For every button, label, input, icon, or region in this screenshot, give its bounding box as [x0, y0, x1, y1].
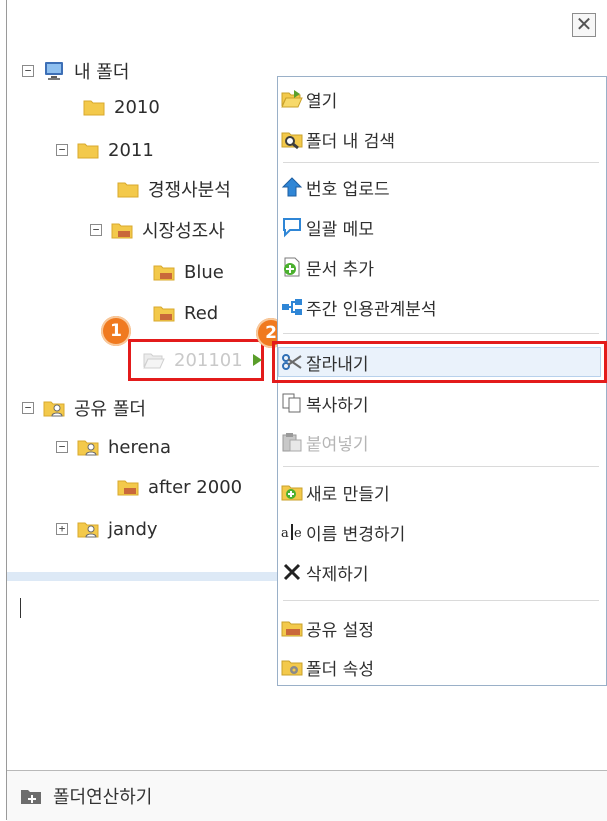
- menu-label: 번호 업로드: [306, 179, 390, 200]
- menu-separator: [283, 600, 599, 601]
- footer-label[interactable]: 폴더연산하기: [53, 783, 152, 809]
- tree-node-jandy[interactable]: + jandy: [56, 514, 158, 544]
- folder-icon: [76, 140, 102, 160]
- computer-icon: [42, 61, 68, 81]
- folder-icon: [82, 97, 108, 117]
- rename-icon: ae: [280, 521, 304, 543]
- menu-item-memo[interactable]: 일괄 메모: [278, 210, 606, 244]
- scissors-icon: [280, 351, 304, 373]
- menu-label: 문서 추가: [306, 259, 374, 280]
- menu-item-open[interactable]: 열기: [278, 82, 606, 116]
- tree-label: 경쟁사분석: [148, 180, 231, 201]
- menu-item-new-folder[interactable]: 새로 만들기: [278, 475, 606, 509]
- menu-item-paste: 붙여넣기: [278, 425, 606, 459]
- menu-item-delete[interactable]: 삭제하기: [278, 555, 606, 589]
- menu-label: 주간 인용관계분석: [306, 299, 437, 320]
- tree-label: 2011: [108, 139, 154, 161]
- share-folder-icon: [280, 617, 304, 639]
- tree-label: 공유 폴더: [74, 399, 146, 420]
- menu-item-share[interactable]: 공유 설정: [278, 611, 606, 645]
- collapse-icon[interactable]: −: [22, 402, 34, 414]
- folder-settings-icon: [280, 656, 304, 678]
- menu-label: 붙여넣기: [306, 434, 369, 455]
- tree-label: Red: [184, 302, 219, 324]
- close-icon: ✕: [575, 12, 593, 36]
- expand-icon[interactable]: +: [56, 523, 68, 535]
- tree-node-blue[interactable]: Blue: [152, 257, 224, 287]
- collapse-icon[interactable]: −: [22, 65, 34, 77]
- menu-label: 새로 만들기: [306, 484, 390, 505]
- menu-label: 일괄 메모: [306, 219, 374, 240]
- delete-x-icon: [280, 561, 304, 583]
- shared-folder-icon: [76, 437, 102, 457]
- menu-label: 폴더 내 검색: [306, 131, 396, 152]
- collapse-icon[interactable]: −: [56, 144, 68, 156]
- footer-toolbar: 폴더연산하기: [7, 770, 607, 821]
- close-button[interactable]: ✕: [572, 13, 596, 37]
- svg-text:e: e: [294, 526, 302, 541]
- menu-item-search[interactable]: 폴더 내 검색: [278, 122, 606, 156]
- menu-separator: [283, 333, 599, 334]
- tree-node-market[interactable]: − 시장성조사: [90, 215, 225, 245]
- svg-text:a: a: [281, 526, 289, 541]
- folder-shared-icon: [152, 262, 178, 282]
- tree-label: 2010: [114, 96, 160, 118]
- tree-node-2010[interactable]: 2010: [82, 92, 160, 122]
- tree-label: herena: [108, 436, 171, 458]
- menu-label: 공유 설정: [306, 620, 374, 641]
- folder-search-icon: [280, 128, 304, 150]
- tree-label: Blue: [184, 261, 224, 283]
- menu-item-rename[interactable]: ae 이름 변경하기: [278, 515, 606, 549]
- text-cursor: [20, 598, 21, 618]
- folder-icon: [116, 179, 142, 199]
- tree-node-selected[interactable]: 201101: [142, 345, 262, 375]
- tree-label: 시장성조사: [142, 221, 225, 242]
- shared-folder-icon: [76, 519, 102, 539]
- new-folder-icon: [280, 481, 304, 503]
- upload-arrow-icon: [280, 176, 304, 198]
- speech-bubble-icon: [280, 216, 304, 238]
- tree-label: 201101: [174, 349, 243, 371]
- folder-add-icon[interactable]: [19, 786, 45, 806]
- tree-label: jandy: [108, 518, 158, 540]
- menu-label: 이름 변경하기: [306, 524, 406, 545]
- paste-icon: [280, 431, 304, 453]
- tree-node-after2000[interactable]: after 2000: [116, 472, 242, 502]
- menu-label: 삭제하기: [306, 564, 369, 585]
- folder-shared-icon: [110, 220, 136, 240]
- menu-label: 복사하기: [306, 395, 369, 416]
- menu-item-properties[interactable]: 폴더 속성: [278, 650, 606, 684]
- collapse-icon[interactable]: −: [90, 224, 102, 236]
- folder-shared-icon: [116, 477, 142, 497]
- collapse-icon[interactable]: −: [56, 441, 68, 453]
- menu-separator: [283, 162, 599, 163]
- tree-node-competitor[interactable]: 경쟁사분석: [116, 174, 231, 204]
- tree-node-shared[interactable]: − 공유 폴더: [22, 393, 146, 423]
- tree-label: after 2000: [148, 476, 243, 498]
- menu-item-upload[interactable]: 번호 업로드: [278, 170, 606, 204]
- menu-item-copy[interactable]: 복사하기: [278, 386, 606, 420]
- menu-item-add-doc[interactable]: 문서 추가: [278, 250, 606, 284]
- copy-icon: [280, 392, 304, 414]
- step-marker-1: 1: [101, 316, 131, 346]
- folder-open-icon: [142, 350, 168, 370]
- tree-node-my-folder[interactable]: − 내 폴더: [22, 56, 129, 86]
- tree-label: 내 폴더: [74, 62, 130, 83]
- folder-shared-icon: [152, 303, 178, 323]
- hierarchy-icon: [280, 296, 304, 318]
- arrow-right-icon: [252, 354, 262, 366]
- menu-item-cut[interactable]: 잘라내기: [278, 345, 606, 379]
- menu-label: 폴더 속성: [306, 659, 374, 680]
- menu-label: 잘라내기: [306, 354, 369, 375]
- menu-item-weekly[interactable]: 주간 인용관계분석: [278, 290, 606, 324]
- menu-separator: [283, 466, 599, 467]
- tree-node-herena[interactable]: − herena: [56, 432, 171, 462]
- folder-open-icon: [280, 88, 304, 110]
- add-document-icon: [280, 256, 304, 278]
- tree-node-red[interactable]: Red: [152, 298, 218, 328]
- shared-folder-icon: [42, 398, 68, 418]
- menu-label: 열기: [306, 91, 338, 112]
- tree-node-2011[interactable]: − 2011: [56, 135, 154, 165]
